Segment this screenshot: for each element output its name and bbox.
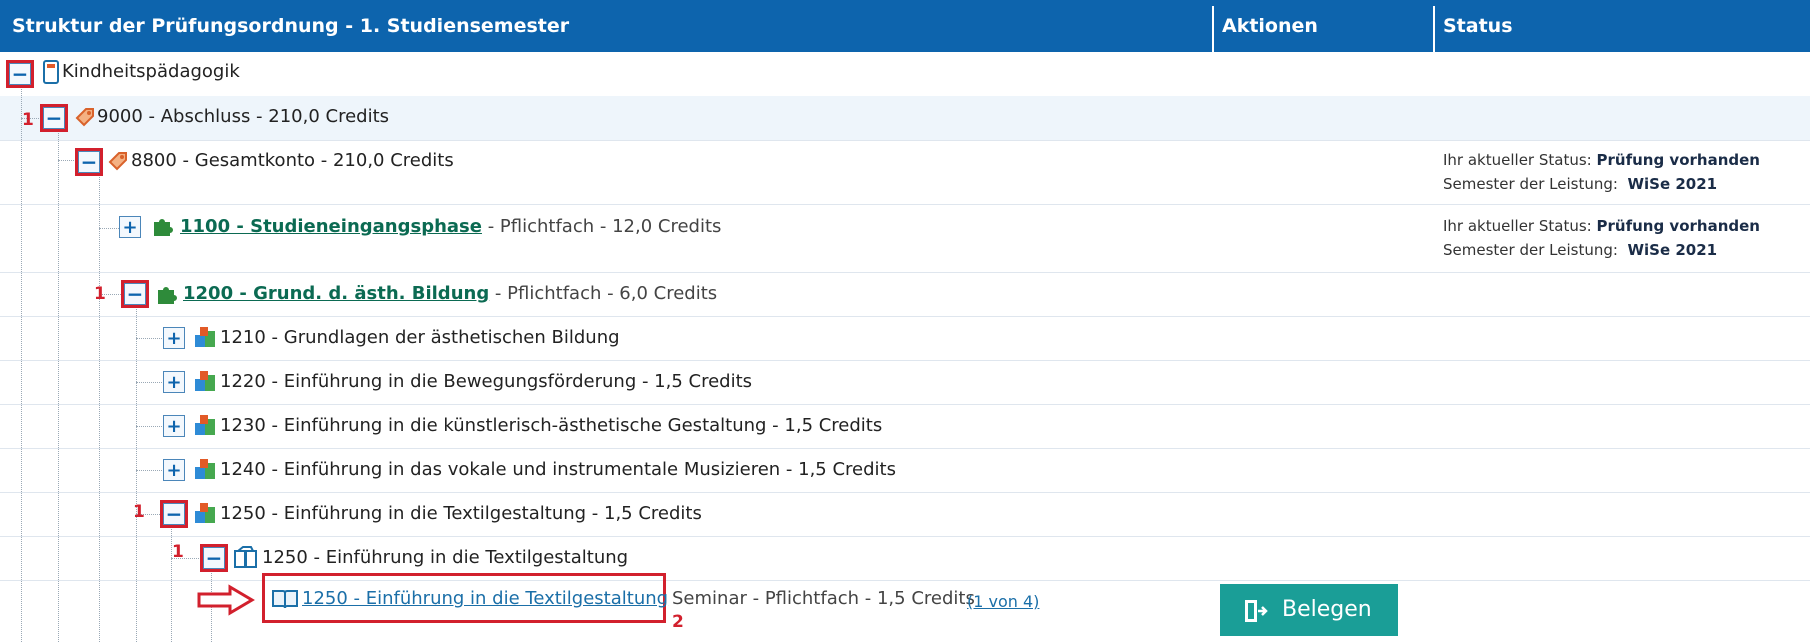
expand-toggle[interactable]: + [119, 216, 141, 238]
tree-line [136, 470, 166, 471]
module-icon [234, 546, 257, 568]
tree-line [136, 382, 166, 383]
red-arrow [197, 584, 255, 616]
expand-toggle[interactable]: + [163, 415, 185, 437]
header-actions: Aktionen [1222, 15, 1318, 37]
books-icon [195, 503, 215, 523]
puzzle-icon [154, 219, 173, 236]
highlight-box [6, 60, 34, 88]
status-block: Ihr aktueller Status: Prüfung vorhanden … [1443, 214, 1760, 262]
header-divider [1433, 6, 1435, 52]
tree-line [99, 172, 100, 642]
header-structure: Struktur der Prüfungsordnung - 1. Studie… [12, 15, 570, 37]
course-details: Seminar - Pflichtfach - 1,5 Credits [672, 588, 975, 609]
row-1240-label: 1240 - Einführung in das vokale und inst… [220, 459, 896, 480]
row-1200-details: - Pflichtfach - 6,0 Credits [489, 283, 718, 304]
row-1220-label: 1220 - Einführung in die Bewegungsförder… [220, 371, 753, 392]
row-9000-label: 9000 - Abschluss - 210,0 Credits [97, 106, 390, 127]
belegen-button[interactable]: Belegen [1220, 584, 1398, 636]
row-1100-details: - Pflichtfach - 12,0 Credits [481, 216, 722, 237]
tree-line [136, 306, 137, 642]
row-1230-label: 1230 - Einführung in die künstlerisch-äs… [220, 415, 883, 436]
notebook-icon [43, 60, 59, 84]
row-1200-label: 1200 - Grund. d. ästh. Bildung - Pflicht… [183, 282, 717, 306]
row-8800-label: 8800 - Gesamtkonto - 210,0 Credits [131, 150, 454, 171]
tree-line [136, 426, 166, 427]
annotation-number: 1 [133, 502, 145, 522]
semester-label: Semester der Leistung: [1443, 241, 1618, 259]
row-1250c-label: 1250 - Einführung in die Textilgestaltun… [302, 587, 668, 611]
annotation-number: 1 [172, 542, 184, 562]
expand-toggle[interactable]: + [163, 371, 185, 393]
annotation-number: 1 [94, 284, 106, 304]
tree-line [21, 82, 22, 642]
books-icon [195, 327, 215, 347]
expand-toggle[interactable]: + [163, 459, 185, 481]
row-root-label: Kindheitspädagogik [62, 61, 240, 82]
highlight-box [160, 500, 188, 528]
parallel-groups-link: (1 von 4) [967, 590, 1039, 614]
semester-label: Semester der Leistung: [1443, 175, 1618, 193]
row-1250b-label: 1250 - Einführung in die Textilgestaltun… [262, 547, 629, 568]
header-divider [1212, 6, 1214, 52]
row-1100-label: 1100 - Studieneingangsphase - Pflichtfac… [180, 215, 721, 239]
row-1210-label: 1210 - Grundlagen der ästhetischen Bildu… [220, 327, 620, 348]
status-value: Prüfung vorhanden [1596, 217, 1760, 235]
status-value: Prüfung vorhanden [1596, 151, 1760, 169]
status-label: Ihr aktueller Status: [1443, 217, 1592, 235]
table-header: Struktur der Prüfungsordnung - 1. Studie… [0, 0, 1810, 52]
semester-value: WiSe 2021 [1627, 175, 1718, 193]
belegen-label: Belegen [1282, 597, 1372, 622]
semester-value: WiSe 2021 [1627, 241, 1718, 259]
annotation-number: 1 [22, 110, 34, 130]
expand-toggle[interactable]: + [163, 327, 185, 349]
count-link[interactable]: (1 von 4) [967, 592, 1039, 611]
course-link-1250[interactable]: 1250 - Einführung in die Textilgestaltun… [302, 588, 668, 609]
module-link-1100[interactable]: 1100 - Studieneingangsphase [180, 216, 482, 237]
highlight-box [75, 148, 103, 176]
tree-line [58, 128, 59, 642]
tree-row [0, 52, 1810, 97]
highlight-box [121, 280, 149, 308]
open-book-icon [272, 590, 298, 609]
status-block: Ihr aktueller Status: Prüfung vorhanden … [1443, 148, 1760, 196]
tag-icon [75, 108, 94, 127]
books-icon [195, 415, 215, 435]
books-icon [195, 459, 215, 479]
row-1250a-label: 1250 - Einführung in die Textilgestaltun… [220, 503, 702, 524]
highlight-box [200, 544, 228, 572]
status-label: Ihr aktueller Status: [1443, 151, 1592, 169]
tag-icon [108, 152, 127, 171]
books-icon [195, 371, 215, 391]
highlight-box [40, 104, 68, 132]
door-enter-icon [1245, 600, 1268, 622]
annotation-number: 2 [672, 612, 684, 632]
module-link-1200[interactable]: 1200 - Grund. d. ästh. Bildung [183, 283, 489, 304]
tree-line [136, 338, 166, 339]
header-status: Status [1443, 15, 1513, 37]
puzzle-icon [158, 287, 177, 304]
